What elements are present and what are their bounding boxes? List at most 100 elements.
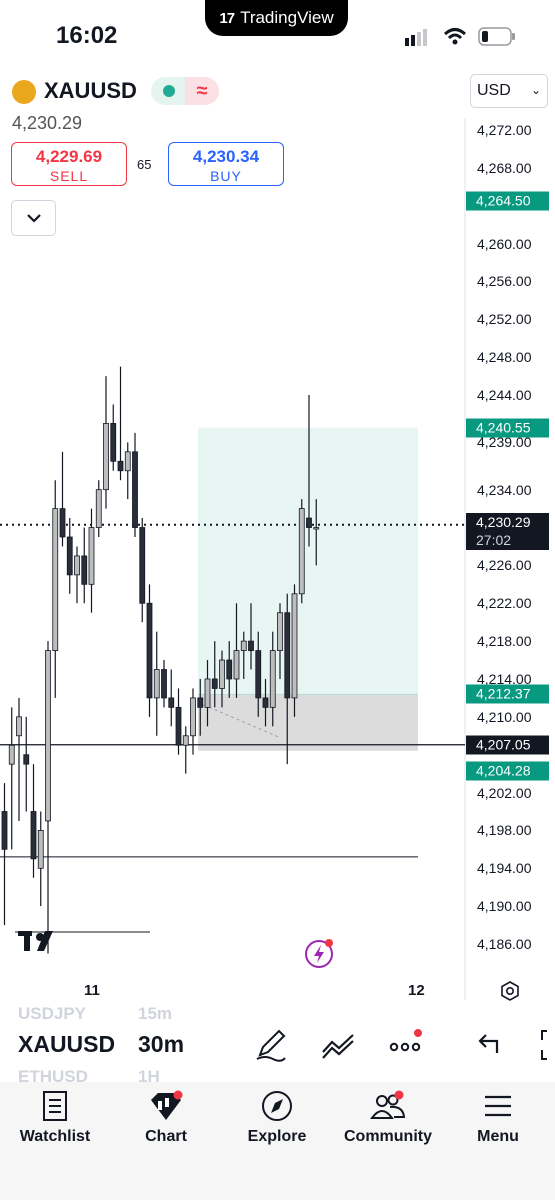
candle-body xyxy=(8,744,15,765)
price-axis-label: 4,260.00 xyxy=(477,235,532,252)
price-axis-label: 4,272.00 xyxy=(477,122,532,138)
nav-chart-label: Chart xyxy=(145,1128,187,1145)
candle-body xyxy=(103,423,109,491)
candle xyxy=(1,783,8,926)
interval-carousel-prev[interactable]: 15m xyxy=(138,1004,172,1024)
candle-body xyxy=(211,678,218,689)
candle-body xyxy=(168,697,175,708)
nav-watchlist[interactable]: Watchlist xyxy=(10,1090,100,1146)
candle-body xyxy=(197,697,204,708)
candle-body xyxy=(23,754,30,765)
candle-body xyxy=(1,811,8,850)
price-axis-label: 4,244.00 xyxy=(477,387,532,404)
nav-menu[interactable]: Menu xyxy=(465,1090,531,1146)
candle-body xyxy=(161,669,167,699)
flash-alert-icon[interactable] xyxy=(304,937,336,969)
nav-chart[interactable]: Chart xyxy=(126,1090,206,1146)
price-axis-label: 4,198.00 xyxy=(477,822,532,839)
candle xyxy=(153,631,160,736)
symbol-carousel-prev[interactable]: USDJPY xyxy=(18,1004,86,1024)
current-price-tag: 4,230.29 27:02 xyxy=(466,513,549,550)
chart-overlays xyxy=(0,427,465,858)
price-axis-label: 4,248.00 xyxy=(477,349,532,366)
candle xyxy=(52,480,59,698)
candle xyxy=(182,726,189,774)
nav-menu-label: Menu xyxy=(477,1128,519,1145)
price-axis-label: 4,190.00 xyxy=(477,898,532,915)
candle-body xyxy=(16,716,22,737)
time-axis-label-11: 11 xyxy=(84,982,100,999)
candle xyxy=(74,546,80,604)
candle xyxy=(66,518,73,594)
price-axis-label: 4,210.00 xyxy=(477,708,532,725)
candle xyxy=(95,480,102,537)
compass-icon xyxy=(262,1091,292,1121)
candle xyxy=(88,508,95,613)
long-position-target-zone xyxy=(198,427,418,695)
chart-settings-icon[interactable] xyxy=(499,980,521,1002)
menu-icon xyxy=(485,1095,511,1117)
candle-body xyxy=(37,830,44,869)
candle xyxy=(298,499,305,604)
candle-body xyxy=(262,697,269,708)
indicators-icon[interactable] xyxy=(320,1028,356,1062)
candle xyxy=(117,366,124,481)
candle-body xyxy=(190,697,196,737)
price-axis-label: 4,202.00 xyxy=(477,784,532,801)
chart-icon xyxy=(151,1090,183,1120)
candle xyxy=(45,641,51,954)
community-icon xyxy=(370,1090,406,1119)
candle-body xyxy=(233,650,240,680)
candle xyxy=(8,707,15,850)
candle-body xyxy=(255,650,262,699)
fullscreen-icon[interactable] xyxy=(538,1028,555,1062)
candle-body xyxy=(306,517,312,528)
candle-body xyxy=(132,451,138,528)
candle xyxy=(37,811,44,907)
nav-explore-label: Explore xyxy=(247,1128,307,1145)
toolbar-symbol[interactable]: XAUUSD xyxy=(18,1031,115,1058)
nav-community-label: Community xyxy=(344,1128,432,1145)
candle xyxy=(59,451,66,547)
candle xyxy=(146,584,153,717)
nav-community[interactable]: Community xyxy=(336,1090,440,1146)
candle xyxy=(139,518,146,623)
candle-body xyxy=(139,527,146,604)
candle-body xyxy=(269,650,276,708)
price-tag: 4,207.05 xyxy=(466,735,549,755)
candle xyxy=(81,527,88,604)
current-price-value: 4,230.29 xyxy=(476,514,531,530)
candle-body xyxy=(313,527,320,530)
price-axis-label: 4,222.00 xyxy=(477,595,532,612)
more-icon[interactable] xyxy=(388,1028,426,1062)
candle-body xyxy=(45,650,51,822)
candle-body xyxy=(88,527,95,585)
candle-body xyxy=(248,640,254,651)
candle xyxy=(103,376,109,509)
price-axis-label: 4,186.00 xyxy=(477,936,532,952)
candle-body xyxy=(110,423,117,462)
toolbar-interval[interactable]: 30m xyxy=(138,1031,184,1058)
price-tag: 4,212.37 xyxy=(466,684,549,704)
long-position-stop-zone xyxy=(198,694,418,751)
candle xyxy=(124,442,131,500)
watchlist-icon xyxy=(43,1091,67,1121)
candle-body xyxy=(30,811,37,860)
candle-body xyxy=(219,659,225,689)
candle-body xyxy=(204,678,211,708)
bar-countdown: 27:02 xyxy=(476,532,512,548)
drawing-tools-icon[interactable] xyxy=(255,1028,287,1062)
candle-body xyxy=(240,640,247,651)
candle-body xyxy=(124,451,131,472)
candle xyxy=(168,669,175,727)
price-axis-label: 4,194.00 xyxy=(477,860,532,877)
candle-body xyxy=(226,659,233,680)
candle-body xyxy=(95,489,102,528)
nav-explore[interactable]: Explore xyxy=(237,1090,317,1146)
price-chart[interactable] xyxy=(0,0,555,1005)
candle-body xyxy=(66,536,73,576)
candle-body xyxy=(175,706,182,746)
undo-icon[interactable] xyxy=(475,1028,501,1062)
candle-body xyxy=(291,593,298,699)
candle xyxy=(161,660,167,708)
